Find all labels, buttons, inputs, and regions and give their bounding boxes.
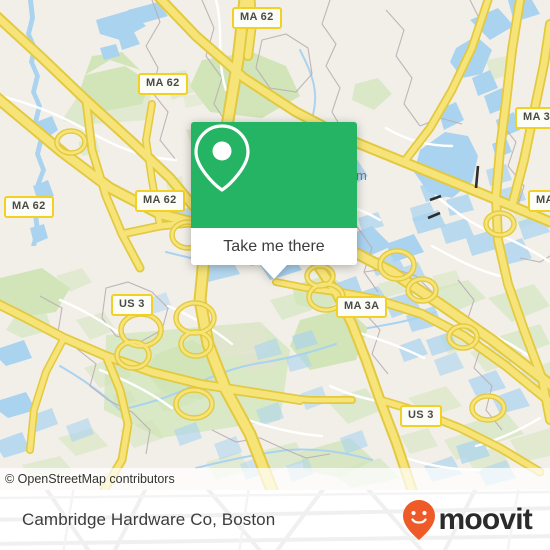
osm-attribution[interactable]: © OpenStreetMap contributors	[0, 468, 550, 490]
map-canvas[interactable]: m MA 62 MA 62 MA 62 MA 62 MA 38 MA US 3 …	[0, 0, 550, 490]
road-shield-ma3a[interactable]: MA 3A	[336, 296, 388, 318]
moovit-wordmark: moovit	[438, 503, 532, 536]
road-shield-ma62-upper[interactable]: MA 62	[138, 73, 188, 95]
road-shield-ma62-north[interactable]: MA 62	[232, 7, 282, 29]
popup-header	[191, 122, 357, 228]
destination-popup-card[interactable]: Take me there	[191, 122, 357, 279]
location-title: Cambridge Hardware Co, Boston	[22, 510, 276, 529]
place-label: m	[356, 168, 367, 183]
road-shield-ma62-west[interactable]: MA 62	[4, 196, 54, 218]
moovit-map-screen: m MA 62 MA 62 MA 62 MA 62 MA 38 MA US 3 …	[0, 0, 550, 550]
road-shield-us3-south[interactable]: US 3	[400, 405, 442, 427]
footer-bar: Cambridge Hardware Co, Boston moovit	[0, 490, 550, 550]
road-shield-us3-west[interactable]: US 3	[111, 294, 153, 316]
popup-pointer-tail	[261, 265, 287, 279]
location-pin-icon	[194, 124, 250, 192]
moovit-smiling-pin-icon	[403, 500, 436, 540]
road-shield-ma-east[interactable]: MA	[528, 190, 550, 212]
road-shield-ma38[interactable]: MA 38	[515, 107, 550, 129]
take-me-there-label: Take me there	[223, 237, 325, 255]
road-shield-ma62-center[interactable]: MA 62	[135, 190, 185, 212]
moovit-logo[interactable]: moovit	[402, 490, 533, 550]
popup-action-bar[interactable]: Take me there	[191, 228, 357, 265]
